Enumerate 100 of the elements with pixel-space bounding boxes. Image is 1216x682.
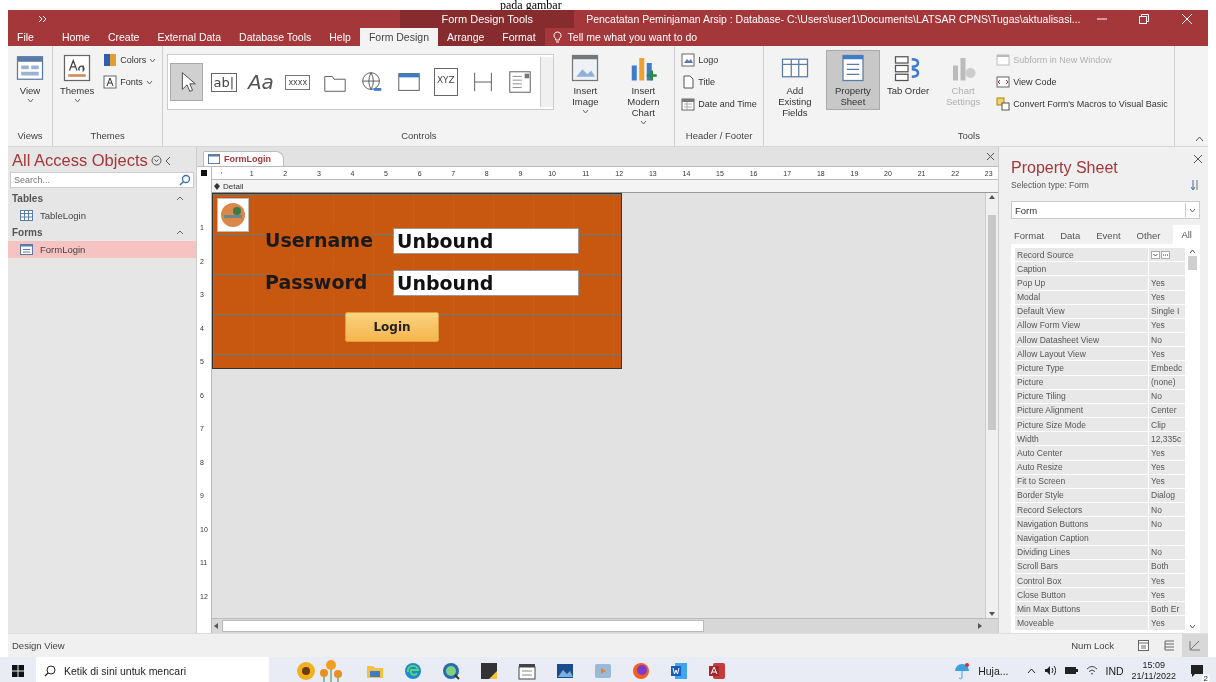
- restore-icon[interactable]: [1139, 14, 1150, 24]
- section-bar[interactable]: Detail: [212, 180, 998, 193]
- fox-browser-icon[interactable]: [631, 660, 651, 681]
- convert-button[interactable]: Convert Form's Macros to Visual Basic: [994, 94, 1170, 114]
- ribbon-tab[interactable]: Format: [493, 28, 545, 46]
- property-tab[interactable]: Other: [1133, 227, 1164, 244]
- group-label: Themes: [89, 130, 126, 143]
- font-button[interactable]: Fonts: [101, 72, 159, 92]
- image-button[interactable]: Insert Image: [558, 50, 613, 117]
- scroll-up-icon[interactable]: [1188, 249, 1196, 254]
- form-view-icon[interactable]: [1137, 640, 1149, 651]
- notification-icon[interactable]: [1190, 663, 1204, 678]
- navigation-item[interactable]: TableLogin: [8, 207, 196, 224]
- group-header[interactable]: Forms: [8, 224, 196, 241]
- weather-text[interactable]: Huja...: [978, 664, 1009, 677]
- login-button[interactable]: Login: [345, 312, 439, 342]
- fields-button[interactable]: Add Existing Fields: [767, 50, 822, 121]
- property-sheet-button[interactable]: Property Sheet: [825, 50, 880, 110]
- text-field[interactable]: Unbound: [393, 270, 579, 296]
- ribbon-tab[interactable]: Create: [98, 28, 149, 46]
- themes-button[interactable]: Themes: [57, 50, 98, 106]
- ribbon-tab[interactable]: External Data: [148, 28, 231, 46]
- close-icon[interactable]: [1194, 155, 1202, 163]
- sticky-note-icon[interactable]: [479, 660, 499, 681]
- ribbon-tab[interactable]: Help: [320, 28, 360, 46]
- document-tab[interactable]: FormLogin: [203, 151, 284, 166]
- caret-icon: [26, 98, 34, 103]
- search-icon[interactable]: [44, 664, 56, 677]
- word-app-icon[interactable]: [669, 660, 689, 681]
- label-tool[interactable]: Aa: [244, 63, 278, 101]
- caret-icon: [73, 98, 81, 103]
- battery-icon[interactable]: [1063, 666, 1078, 675]
- logo-icon: [681, 53, 696, 67]
- vertical-scrollbar[interactable]: [1186, 248, 1198, 631]
- chevron-up-icon[interactable]: [1026, 667, 1036, 674]
- close-icon[interactable]: [987, 153, 994, 160]
- collapse-icon: [176, 196, 184, 201]
- panel-title: Property Sheet: [1011, 159, 1119, 177]
- gallery-scrollbar[interactable]: [540, 57, 554, 107]
- status-text: Design View: [12, 640, 65, 651]
- quick-access-icon[interactable]: [38, 15, 48, 23]
- horizontal-scrollbar[interactable]: [212, 618, 998, 633]
- property-tab[interactable]: Event: [1093, 227, 1124, 244]
- ribbon-tab[interactable]: Home: [52, 28, 99, 46]
- layout-view-icon[interactable]: [1163, 640, 1175, 651]
- group-header[interactable]: Tables: [8, 190, 196, 207]
- object-dropdown[interactable]: Form: [1011, 201, 1200, 219]
- code-window-icon: [996, 75, 1011, 89]
- scroll-left-icon[interactable]: [212, 622, 220, 630]
- code-window-button[interactable]: View Code: [994, 72, 1170, 92]
- scrollbar-thumb[interactable]: [988, 215, 996, 430]
- ribbon-tab[interactable]: Database Tools: [230, 28, 321, 46]
- tab-order-button[interactable]: Tab Order: [883, 50, 933, 99]
- list-box-icon: [506, 69, 533, 95]
- language-indicator[interactable]: IND: [1105, 664, 1124, 677]
- design-view-icon[interactable]: [1189, 640, 1201, 651]
- page-button[interactable]: Title: [679, 72, 759, 92]
- text-box-tool[interactable]: ab|: [207, 63, 241, 101]
- globe-icon[interactable]: [441, 660, 461, 681]
- convert-icon: [996, 97, 1011, 111]
- browser-swirl-icon[interactable]: [403, 660, 423, 681]
- navigation-item[interactable]: FormLogin: [8, 241, 196, 258]
- taskbar-search-field[interactable]: Ketik di sini untuk mencari: [64, 657, 269, 682]
- caret-icon: [639, 120, 647, 125]
- scroll-down-icon[interactable]: [1188, 624, 1196, 629]
- wifi-icon[interactable]: [1085, 665, 1098, 676]
- property-tab[interactable]: All: [1173, 225, 1200, 244]
- dropdown-circle-icon[interactable]: [150, 155, 162, 166]
- scroll-right-icon[interactable]: [976, 622, 984, 630]
- ribbon-tab[interactable]: Form Design: [359, 28, 438, 46]
- pane-title[interactable]: All Access Objects: [12, 151, 148, 170]
- group-label: Views: [16, 130, 44, 143]
- ribbon-tab[interactable]: Arrange: [438, 28, 494, 46]
- scrollbar-thumb[interactable]: [222, 620, 704, 632]
- umbrella-icon[interactable]: [954, 661, 971, 680]
- text-field[interactable]: Unbound: [393, 228, 579, 254]
- windows-start-icon[interactable]: [12, 664, 24, 677]
- property-tab[interactable]: Data: [1057, 227, 1084, 244]
- clock[interactable]: 15:09 21/11/2022: [1131, 659, 1176, 682]
- access-app-icon[interactable]: [707, 660, 727, 681]
- collapse-pane-icon[interactable]: [164, 155, 172, 166]
- build-icon[interactable]: [1161, 250, 1170, 259]
- color-palette-button[interactable]: Colors: [101, 50, 159, 70]
- tell-me-search[interactable]: Tell me what you want to do: [567, 31, 698, 43]
- bar-chart-button[interactable]: Insert Modern Chart: [616, 50, 671, 128]
- vertical-scrollbar[interactable]: [985, 193, 998, 618]
- pointer-tool[interactable]: [170, 63, 204, 101]
- logo-button[interactable]: Logo: [679, 50, 759, 70]
- button-tool[interactable]: xxxx: [281, 63, 315, 101]
- calendar-button[interactable]: Date and Time: [679, 94, 759, 114]
- sort-icon[interactable]: [1191, 179, 1200, 191]
- property-tab[interactable]: Format: [1011, 227, 1048, 244]
- group-label: Header / Footer: [684, 130, 754, 143]
- form-view-icon: [15, 53, 45, 83]
- collapse-ribbon-icon[interactable]: [1195, 136, 1204, 142]
- ribbon-tab[interactable]: File: [8, 28, 43, 46]
- speaker-icon[interactable]: [1043, 665, 1056, 676]
- scrollbar-thumb[interactable]: [1187, 256, 1197, 270]
- subform-icon: [996, 53, 1011, 67]
- form-view-button[interactable]: View: [12, 50, 48, 106]
